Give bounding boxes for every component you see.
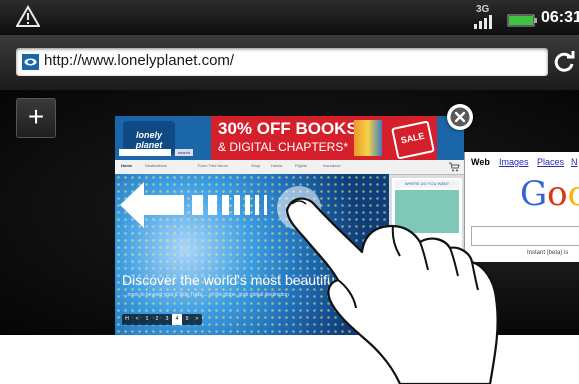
- close-tab-icon[interactable]: [447, 104, 473, 130]
- sale-badge: SALE: [391, 120, 435, 160]
- swipe-left-arrow-icon: [120, 182, 267, 228]
- lp-nav-item: Hotels: [271, 163, 283, 168]
- books-image: [354, 120, 382, 156]
- hero-subtext: ... more to beyond your d Skip Trails ..…: [122, 292, 289, 298]
- status-bar: 3G 06:31: [0, 0, 579, 35]
- lp-nav-item: Thorn Tree forum: [197, 163, 228, 168]
- pager-item: 3: [165, 316, 169, 322]
- google-tab-images: Images: [499, 157, 529, 167]
- pager-item: 1: [145, 316, 149, 322]
- url-field[interactable]: http://www.lonelyplanet.com/: [16, 48, 548, 76]
- google-logo: Goo: [520, 174, 579, 214]
- pager-item: H: [125, 316, 129, 322]
- promo-banner: 30% OFF BOOKS & DIGITAL CHAPTERS* SALE: [211, 116, 437, 160]
- browser-toolbar: http://www.lonelyplanet.com/: [0, 35, 579, 90]
- alert-triangle-icon: [16, 5, 40, 27]
- pager-item: >: [195, 316, 199, 322]
- shopping-cart-icon: [449, 162, 460, 172]
- pager-item: 2: [155, 316, 159, 322]
- google-instant-text: Instant (beta) is: [527, 250, 569, 256]
- tab-card-google-shadow: [464, 262, 579, 335]
- lp-nav-item: Destinations: [145, 163, 168, 168]
- banner-subline: & DIGITAL CHAPTERS*: [218, 140, 349, 154]
- url-text: http://www.lonelyplanet.com/: [44, 52, 235, 69]
- lp-nav-bar: Home Destinations Thorn Tree forum Shop …: [115, 160, 464, 175]
- banner-headline: 30% OFF BOOKS: [218, 119, 358, 138]
- battery-icon: [507, 14, 537, 27]
- phone-screen: 3G 06:31 http://www.lonelyplanet.com/ + …: [0, 0, 579, 335]
- google-tab-web: Web: [471, 157, 490, 167]
- lp-nav-item: Shop: [251, 163, 261, 168]
- sidebar-image: [395, 190, 459, 233]
- tab-card-google[interactable]: Web Images Places N Goo Instant (beta) i…: [464, 152, 579, 262]
- clock: 06:31: [541, 9, 579, 26]
- lonely-planet-favicon-icon: [22, 54, 39, 70]
- hero-headline: Discover the world's most beautiful b: [122, 272, 350, 288]
- plus-icon: +: [27, 101, 45, 132]
- new-tab-button[interactable]: +: [16, 98, 56, 138]
- google-search-input: [471, 226, 579, 246]
- lp-nav-item: Home: [121, 163, 133, 168]
- sidebar-heading: WHERE DO YOU WANT: [395, 180, 459, 188]
- hero-pager: H <1 2 3 4 5 >: [122, 314, 202, 325]
- lp-header: lonely planet search 30% OFF BOOKS & DIG…: [115, 116, 464, 160]
- lp-search-button: search: [175, 149, 193, 156]
- pager-item: <: [135, 316, 139, 322]
- lp-nav-item: Flights: [295, 163, 307, 168]
- pager-item-active: 4: [172, 314, 182, 325]
- signal-strength-icon: [474, 15, 492, 29]
- lp-nav-item: Insurance: [323, 163, 341, 168]
- lp-search-input: [119, 149, 171, 156]
- google-tab-news: N: [571, 157, 578, 167]
- pager-item: 5: [185, 316, 189, 322]
- google-tab-places: Places: [537, 157, 565, 167]
- lp-sidebar: WHERE DO YOU WANT: [392, 178, 462, 333]
- reload-icon[interactable]: [550, 48, 578, 76]
